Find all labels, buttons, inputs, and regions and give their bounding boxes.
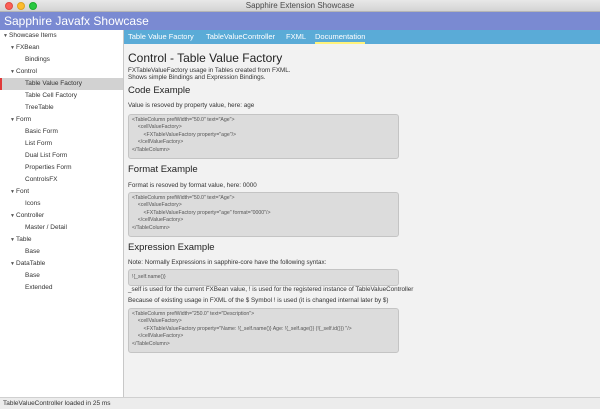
expression-syntax-block: !{_self.name()} bbox=[128, 269, 399, 286]
tree-item-table-cell-factory[interactable]: Table Cell Factory bbox=[0, 90, 123, 102]
tree-item-controlsfx[interactable]: ControlsFX bbox=[0, 174, 123, 186]
tree-item-label: TreeTable bbox=[25, 104, 54, 111]
tree-item-label: Form bbox=[16, 116, 32, 123]
tree-item-label: Base bbox=[25, 248, 40, 255]
tab-table-value-factory[interactable]: Table Value Factory bbox=[128, 30, 194, 44]
tree-item-font[interactable]: ▼Font bbox=[0, 186, 123, 198]
tree-item-bindings[interactable]: Bindings bbox=[0, 54, 123, 66]
intro-line-2: Shows simple Bindings and Expression Bin… bbox=[128, 74, 266, 81]
app-header: Sapphire Javafx Showcase bbox=[0, 12, 600, 30]
navigation-tree: ▼Showcase Items ▼FXBean Bindings ▼Contro… bbox=[0, 30, 124, 397]
tree-item-label: ControlsFX bbox=[25, 176, 58, 183]
page-title: Control - Table Value Factory bbox=[128, 51, 283, 65]
tab-documentation[interactable]: Documentation bbox=[315, 30, 366, 44]
expression-symbol-note: Because of existing usage in FXML of the… bbox=[128, 297, 389, 304]
tree-item-label: Extended bbox=[25, 284, 53, 291]
tree-item-fxbean[interactable]: ▼FXBean bbox=[0, 42, 123, 54]
tree-item-label: Icons bbox=[25, 200, 41, 207]
tree-item-icons[interactable]: Icons bbox=[0, 198, 123, 210]
tree-item-list-form[interactable]: List Form bbox=[0, 138, 123, 150]
tree-item-label: Dual List Form bbox=[25, 152, 68, 159]
expression-example-heading: Expression Example bbox=[128, 242, 215, 253]
window-titlebar: Sapphire Extension Showcase bbox=[0, 0, 600, 12]
tree-item-label: Table bbox=[16, 236, 32, 243]
status-bar: TableValueController loaded in 25 ms bbox=[0, 397, 600, 409]
format-example-block: <TableColumn prefWidth="50.0" text="Age"… bbox=[128, 192, 399, 237]
tree-item-label: Table Value Factory bbox=[25, 80, 82, 87]
documentation-panel: Control - Table Value Factory FXTableVal… bbox=[124, 44, 600, 397]
tree-item-label: DataTable bbox=[16, 260, 46, 267]
tree-item-label: List Form bbox=[25, 140, 53, 147]
tree-item-label: Control bbox=[16, 68, 37, 75]
format-example-description: Format is resoved by format value, here:… bbox=[128, 182, 257, 189]
tree-item-table-base[interactable]: Base bbox=[0, 246, 123, 258]
tree-item-master-detail[interactable]: Master / Detail bbox=[0, 222, 123, 234]
tab-bar: Table Value Factory TableValueController… bbox=[124, 30, 600, 44]
tree-item-controller[interactable]: ▼Controller bbox=[0, 210, 123, 222]
tree-item-label: Table Cell Factory bbox=[25, 92, 78, 99]
tree-item-properties-form[interactable]: Properties Form bbox=[0, 162, 123, 174]
app-title: Sapphire Javafx Showcase bbox=[4, 14, 149, 28]
tree-item-label: Bindings bbox=[25, 56, 50, 63]
status-text: TableValueController loaded in 25 ms bbox=[3, 400, 111, 407]
code-example-description: Value is resoved by property value, here… bbox=[128, 102, 255, 109]
code-example-block: <TableColumn prefWidth="50.0" text="Age"… bbox=[128, 114, 399, 159]
app-window: Sapphire Extension Showcase Sapphire Jav… bbox=[0, 0, 600, 409]
tree-item-label: Font bbox=[16, 188, 30, 195]
tree-item-label: Showcase Items bbox=[9, 32, 57, 39]
tree-item-label: Basic Form bbox=[25, 128, 58, 135]
tree-item-control[interactable]: ▼Control bbox=[0, 66, 123, 78]
tree-item-label: Base bbox=[25, 272, 40, 279]
tree-item-basic-form[interactable]: Basic Form bbox=[0, 126, 123, 138]
tree-item-label: Properties Form bbox=[25, 164, 72, 171]
tree-item-datatable-extended[interactable]: Extended bbox=[0, 282, 123, 294]
expression-example-note: Note: Normally Expressions in sapphire-c… bbox=[128, 259, 327, 266]
code-example-heading: Code Example bbox=[128, 85, 191, 96]
tree-item-treetable[interactable]: TreeTable bbox=[0, 102, 123, 114]
tree-item-dual-list-form[interactable]: Dual List Form bbox=[0, 150, 123, 162]
tree-item-table[interactable]: ▼Table bbox=[0, 234, 123, 246]
tree-item-datatable[interactable]: ▼DataTable bbox=[0, 258, 123, 270]
tree-item-showcase-items[interactable]: ▼Showcase Items bbox=[0, 30, 123, 42]
tree-item-datatable-base[interactable]: Base bbox=[0, 270, 123, 282]
tree-item-table-value-factory[interactable]: Table Value Factory bbox=[0, 78, 123, 90]
expression-usage-text: _self is used for the current FXBean val… bbox=[128, 286, 414, 293]
expression-example-block: <TableColumn prefWidth="250.0" text="Des… bbox=[128, 308, 399, 353]
tab-fxml[interactable]: FXML bbox=[286, 30, 306, 44]
tab-table-value-controller[interactable]: TableValueController bbox=[206, 30, 275, 44]
tree-item-form[interactable]: ▼Form bbox=[0, 114, 123, 126]
tree-item-label: Master / Detail bbox=[25, 224, 67, 231]
tree-item-label: FXBean bbox=[16, 44, 40, 51]
window-title: Sapphire Extension Showcase bbox=[245, 1, 355, 10]
format-example-heading: Format Example bbox=[128, 164, 198, 175]
tree-item-label: Controller bbox=[16, 212, 45, 219]
